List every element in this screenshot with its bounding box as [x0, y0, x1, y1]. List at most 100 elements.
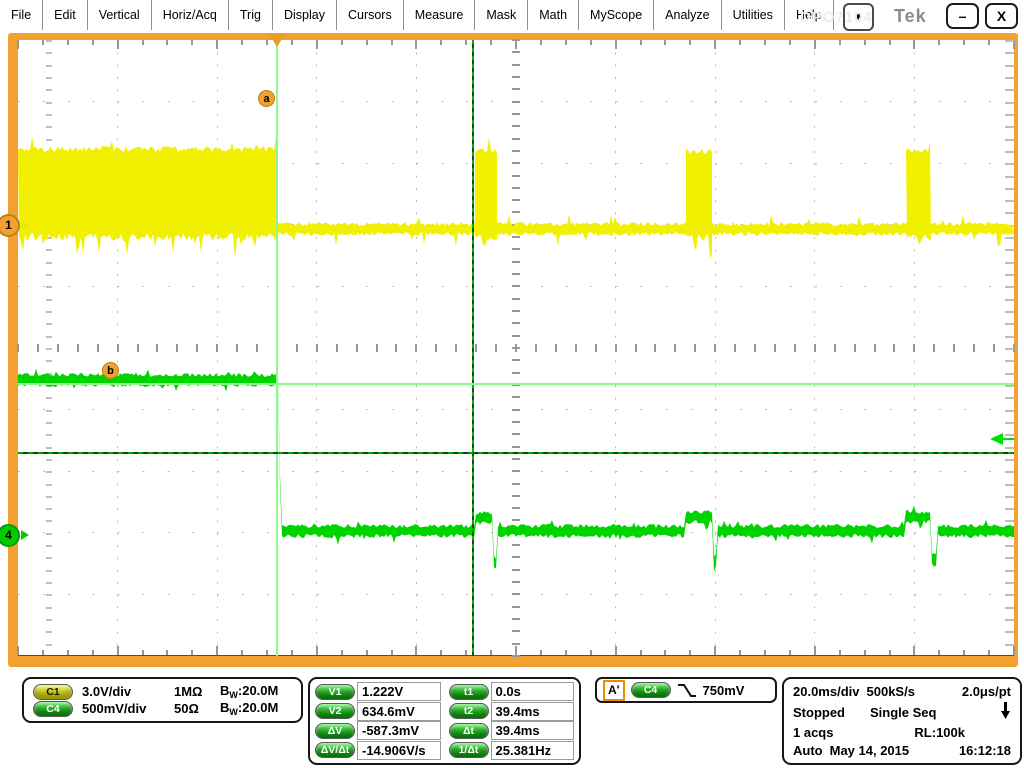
channel-4-arrow-icon [21, 530, 29, 540]
close-button[interactable]: X [985, 3, 1018, 29]
timebase-row: 20.0ms/div 500kS/s 2.0μs/pt [793, 684, 1011, 699]
inv-dt-button[interactable]: 1/Δt [449, 742, 489, 758]
cursor-a-label: a [263, 93, 269, 105]
single-seq-icon [1001, 702, 1011, 722]
time: 16:12:18 [959, 743, 1011, 758]
menu-item-trig[interactable]: Trig [229, 0, 273, 30]
v1-value: 1.222V [357, 682, 441, 701]
minimize-icon: – [959, 8, 967, 24]
menu-item-vertical[interactable]: Vertical [88, 0, 152, 30]
menu-item-edit[interactable]: Edit [43, 0, 88, 30]
timebase-value: 20.0ms/div [793, 684, 860, 699]
cursor-v2-horizontal-line[interactable] [18, 452, 1014, 454]
channel-1-arrow-icon [21, 220, 29, 230]
cursor-row-dv: ΔV -587.3mV [315, 721, 441, 740]
dv-value: -587.3mV [357, 721, 441, 740]
dvdt-button[interactable]: ΔV/Δt [315, 742, 355, 758]
channel-1-reference-marker[interactable]: 1 [0, 214, 33, 236]
channel-4-button[interactable]: C4 [33, 701, 73, 717]
date: May 14, 2015 [830, 743, 910, 758]
acq-state-row: Stopped Single Seq [793, 702, 1011, 722]
cursor-a-marker[interactable]: a [258, 90, 275, 107]
ch1-bandwidth: BW:20.0M [220, 683, 292, 700]
t2-button[interactable]: t2 [449, 703, 489, 719]
falling-edge-icon [677, 683, 697, 698]
channel-1-readout: C1 3.0V/div 1MΩ BW:20.0M [33, 683, 292, 700]
menu-item-display[interactable]: Display [273, 0, 337, 30]
trigger-mode: Auto [793, 743, 823, 758]
menu-items: FileEditVerticalHoriz/AcqTrigDisplayCurs… [0, 0, 834, 30]
acq-state: Stopped [793, 705, 845, 720]
channel-4-reference-marker[interactable]: 4 [0, 524, 33, 546]
ch4-trace [18, 369, 1014, 572]
acq-mode: Single Seq [870, 705, 936, 720]
v2-button[interactable]: V2 [315, 703, 355, 719]
record-length: RL:100k [914, 725, 965, 740]
trigger-readout-panel: A' C4 750mV [595, 677, 777, 703]
trigger-a-prime-badge[interactable]: A' [603, 680, 625, 701]
inv-dt-value: 25.381Hz [491, 741, 575, 760]
v1-button[interactable]: V1 [315, 684, 355, 700]
channel-4-readout: C4 500mV/div 50Ω BW:20.0M [33, 700, 292, 717]
menu-item-measure[interactable]: Measure [404, 0, 476, 30]
horizontal-acquisition-panel: 20.0ms/div 500kS/s 2.0μs/pt Stopped Sing… [782, 677, 1022, 765]
ch1-main-burst [18, 137, 277, 259]
menu-item-math[interactable]: Math [528, 0, 579, 30]
ch4-scale: 500mV/div [82, 701, 146, 716]
graticule: a b 1 4 [18, 40, 1014, 656]
t1-button[interactable]: t1 [449, 684, 489, 700]
minimize-button[interactable]: – [946, 3, 979, 29]
sample-rate: 500kS/s [867, 684, 915, 699]
dv-button[interactable]: ΔV [315, 723, 355, 739]
menu-item-mask[interactable]: Mask [475, 0, 528, 30]
acq-count: 1 acqs [793, 725, 833, 740]
menu-item-myscope[interactable]: MyScope [579, 0, 654, 30]
trigger-position-icon[interactable] [269, 34, 285, 47]
resolution: 2.0μs/pt [962, 684, 1011, 699]
cursor-b-marker[interactable]: b [102, 362, 119, 379]
channel-1-button[interactable]: C1 [33, 684, 73, 700]
cursor-a-vertical-line[interactable] [276, 40, 278, 656]
cursor-v1-horizontal-line[interactable] [18, 383, 1014, 385]
menu-item-cursors[interactable]: Cursors [337, 0, 404, 30]
cursor-row-1dt: 1/Δt 25.381Hz [449, 741, 575, 760]
dvdt-value: -14.906V/s [357, 741, 441, 760]
close-icon: X [997, 8, 1006, 24]
cursor-row-t2: t2 39.4ms [449, 702, 575, 721]
menu-item-utilities[interactable]: Utilities [722, 0, 785, 30]
ch1-impedance: 1MΩ [174, 684, 220, 699]
trigger-source-button[interactable]: C4 [631, 682, 671, 698]
trigger-level-arrow-icon[interactable] [990, 432, 1014, 450]
ch1-burst [686, 148, 712, 258]
t1-value: 0.0s [491, 682, 575, 701]
ch1-scale: 3.0V/div [82, 684, 131, 699]
scope-display-frame: a b 1 4 [8, 33, 1018, 667]
datetime-row: Auto May 14, 2015 16:12:18 [793, 743, 1011, 758]
cursor-row-v1: V1 1.222V [315, 682, 441, 701]
cursor-b-label: b [107, 365, 114, 377]
v2-value: 634.6mV [357, 702, 441, 721]
cursor-readout-panel: V1 1.222V V2 634.6mV ΔV -587.3mV ΔV/Δt -… [308, 677, 581, 765]
cursor-b-vertical-line[interactable] [472, 40, 474, 656]
channel-readout-panel: C1 3.0V/div 1MΩ BW:20.0M C4 500mV/div 50… [22, 677, 303, 723]
t2-value: 39.4ms [491, 702, 575, 721]
trigger-level-value: 750mV [703, 683, 745, 698]
channel-4-badge: 4 [0, 524, 20, 547]
cursor-row-v2: V2 634.6mV [315, 702, 441, 721]
menu-item-horiz-acq[interactable]: Horiz/Acq [152, 0, 229, 30]
dt-value: 39.4ms [491, 721, 575, 740]
dt-button[interactable]: Δt [449, 723, 489, 739]
ch4-impedance: 50Ω [174, 701, 220, 716]
tek-logo: Tek [894, 6, 927, 27]
waveform-plot [18, 40, 1014, 656]
cursor-voltage-column: V1 1.222V V2 634.6mV ΔV -587.3mV ΔV/Δt -… [315, 682, 441, 760]
ch1-burst [906, 142, 931, 245]
menu-item-file[interactable]: File [0, 0, 43, 30]
ch1-baseline [277, 214, 1014, 246]
model-watermark: DPO7104 [800, 9, 873, 26]
cursor-row-t1: t1 0.0s [449, 682, 575, 701]
menu-item-analyze[interactable]: Analyze [654, 0, 721, 30]
ch4-bandwidth: BW:20.0M [220, 700, 292, 717]
acq-count-row: 1 acqs RL:100k [793, 725, 1011, 740]
cursor-row-dt: Δt 39.4ms [449, 721, 575, 740]
